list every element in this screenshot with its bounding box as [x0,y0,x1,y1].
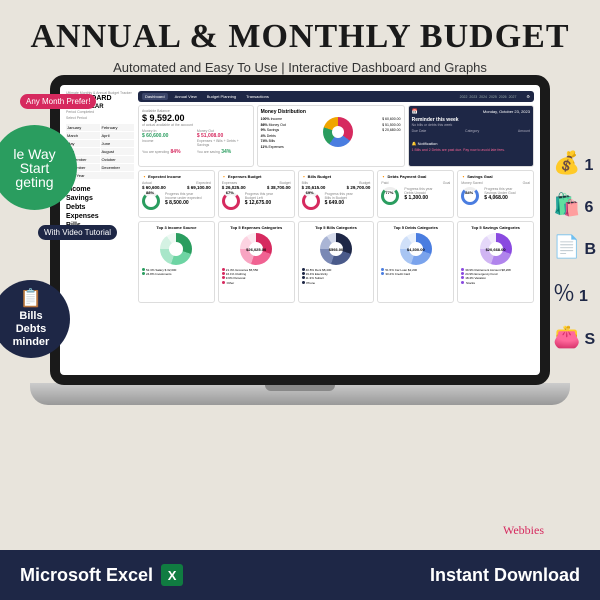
kpi-1: 🔸 Expenses Budget ExpensesBudget $ 26,02… [218,170,295,218]
excel-icon: X [161,564,183,586]
footer-left: Microsoft Excel [20,565,153,586]
period-complete: Period Completed [66,110,134,114]
top5-3: Top 5 Debts Categories $4,300.00 51.5% C… [377,221,454,303]
select-period-label: Select Period [66,116,134,120]
top5-1: Top 5 Expenses Categories $26,025.00 21.… [218,221,295,303]
top5-2: Top 5 Bills Categories $593.00 40.8% Ren… [298,221,375,303]
tab-annual[interactable]: Annual View [172,93,200,100]
tab-trans[interactable]: Transactions [243,93,272,100]
reminder-card: 📅Monday, October 23, 2023 Reminder this … [408,105,534,167]
kpi-3: 🔸 Debts Payment Goal PaidGoal Progress t… [377,170,454,218]
badge-video: With Video Tutorial [38,225,117,240]
kpi-2: 🔸 Bills Budget BillsBudget $ 20,615.00$ … [298,170,375,218]
nav-tabs[interactable]: Dashboard Annual View Budget Planning Tr… [138,91,534,102]
top5-4: Top 5 Savings Categories $20,668.00 39.9… [457,221,534,303]
kpi-0: 🔸 Expected Income ActualExpected $ 60,60… [138,170,215,218]
dist-donut [323,117,353,147]
balance-card: Available Balance $ 9,592.00 of actual a… [138,105,254,167]
footer-right: Instant Download [430,565,580,586]
tab-dashboard[interactable]: Dashboard [142,93,168,100]
kpi-4: 🔸 Savings Goal Money SavedGoal Progress … [457,170,534,218]
laptop-mockup: Ultimate Monthly & Annual Budget Tracker… [30,75,570,435]
hero-title: ANNUAL & MONTHLY BUDGET [0,0,600,60]
badge-any-month: Any Month Prefer! [20,94,96,109]
distribution-card: Money Distribution 100% Income 86% Money… [257,105,405,167]
tab-budget[interactable]: Budget Planning [204,93,239,100]
year-selector[interactable]: 202220232024202520262027 [460,95,517,99]
brand-watermark: Webbies [503,523,544,538]
footer-bar: Microsoft Excel X Instant Download [0,550,600,600]
category-labels: IncomeSavingsDebtsExpensesBills [66,185,134,230]
top5-0: Top 3 Income Source 52.3% Salary $ 32,00… [138,221,215,303]
